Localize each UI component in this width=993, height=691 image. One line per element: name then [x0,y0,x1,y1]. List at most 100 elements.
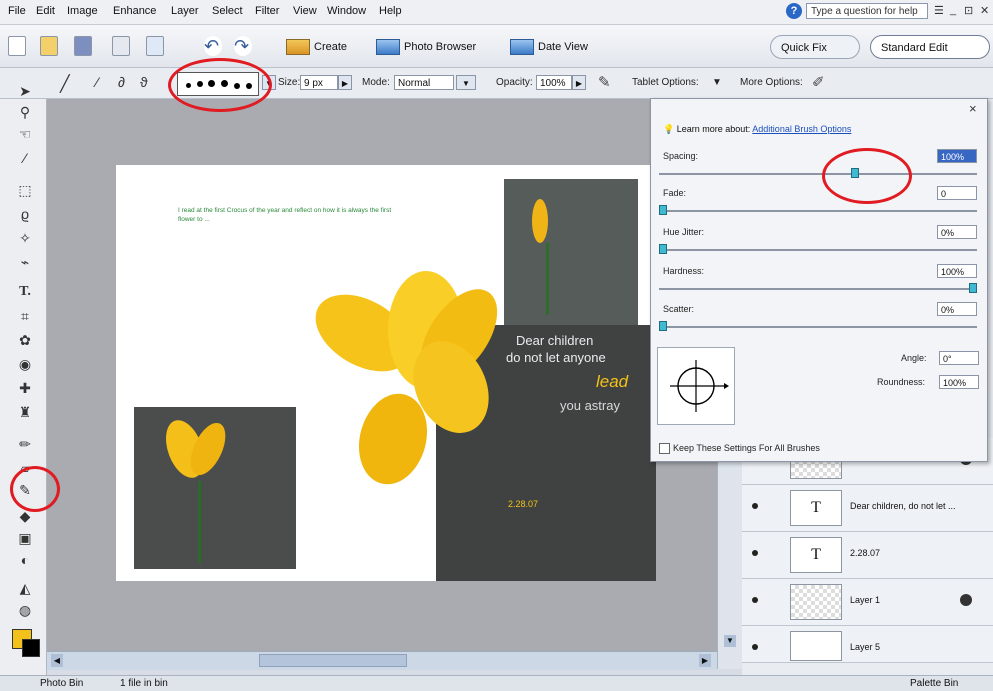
visibility-eye-icon[interactable] [752,644,758,650]
sponge-tool-icon[interactable]: ◍ [14,599,36,621]
open-folder-icon[interactable] [40,36,58,56]
minimize-icon[interactable]: _ [950,4,956,16]
roundness-field[interactable]: 100% [939,375,979,389]
additional-brush-options-link[interactable]: Additional Brush Options [752,124,851,134]
spacing-slider[interactable] [659,173,977,175]
menu-icon[interactable]: ☰ [934,4,944,17]
tablet-options-label[interactable]: Tablet Options: [632,77,699,88]
search-icon[interactable] [146,36,164,56]
size-field[interactable]: 9 px [300,75,338,90]
opacity-dropdown[interactable]: ▶ [572,75,586,90]
hardness-slider[interactable] [659,288,977,290]
brush-angle-preview[interactable] [657,347,735,425]
layer-row[interactable]: T 2.28.07 [742,532,993,579]
magic-wand-tool-icon[interactable]: ✧ [14,227,36,249]
spacing-field[interactable]: 100% [937,149,977,163]
menu-filter[interactable]: Filter [255,5,279,17]
popup-close-icon[interactable]: × [969,101,977,116]
gradient-tool-icon[interactable]: ▣ [14,527,36,549]
horizontal-scrollbar[interactable]: ◀ ▶ [47,651,717,670]
menu-enhance[interactable]: Enhance [113,5,156,17]
new-file-icon[interactable] [8,36,26,56]
mode-select[interactable]: Normal [394,75,454,90]
pencil-tool-icon[interactable]: ✏ [14,433,36,455]
hand-tool-icon[interactable]: ☜ [14,123,36,145]
shape-tool-icon[interactable]: ◐ [14,549,36,571]
menu-edit[interactable]: Edit [36,5,55,17]
redo-icon[interactable]: ↷ [234,36,252,56]
crop-tool-icon[interactable]: ⌗ [14,305,36,327]
hue-jitter-slider[interactable] [659,249,977,251]
move-tool-icon[interactable]: ➤ [14,80,36,102]
marquee-tool-icon[interactable]: ⬚ [14,179,36,201]
date-view-button[interactable]: Date View [510,38,588,56]
scroll-down-icon[interactable]: ▼ [724,635,736,647]
palette-bin-toggle[interactable]: Palette Bin [910,678,958,689]
background-color-swatch[interactable] [22,639,40,657]
brush-tool-icon[interactable]: ╱ [60,74,70,94]
photo-browser-button[interactable]: Photo Browser [376,38,476,56]
lasso-tool-icon[interactable]: ϱ [14,203,36,225]
standard-edit-button[interactable]: Standard Edit [870,35,990,59]
opacity-field[interactable]: 100% [536,75,572,90]
blur-tool-icon[interactable]: ◭ [14,577,36,599]
fade-field[interactable]: 0 [937,186,977,200]
impressionist-brush-icon[interactable]: ⁄ [96,74,98,90]
tablet-options-arrow-icon[interactable]: ▼ [712,77,722,88]
help-search-input[interactable]: Type a question for help [806,3,928,19]
horizontal-scroll-thumb[interactable] [259,654,407,667]
menu-image[interactable]: Image [67,5,98,17]
healing-brush-tool-icon[interactable]: ✚ [14,377,36,399]
quick-fix-button[interactable]: Quick Fix [770,35,860,59]
fade-slider[interactable] [659,210,977,212]
menu-window[interactable]: Window [327,5,366,17]
layer-row[interactable]: Layer 1 [742,579,993,626]
visibility-eye-icon[interactable] [752,597,758,603]
scroll-right-icon[interactable]: ▶ [699,654,711,667]
clone-stamp-tool-icon[interactable]: ♜ [14,401,36,423]
close-icon[interactable]: ✕ [980,4,989,17]
hue-jitter-field[interactable]: 0% [937,225,977,239]
photo-browser-icon [376,39,400,56]
airbrush-icon[interactable]: ✎ [598,73,611,91]
layer-row[interactable]: Layer 5 [742,626,993,663]
help-icon[interactable]: ? [786,3,802,19]
print-icon[interactable] [112,36,130,56]
fade-slider-thumb[interactable] [659,205,667,215]
menu-help[interactable]: Help [379,5,402,17]
brush-mode-icon[interactable]: ϑ [140,74,148,90]
menu-layer[interactable]: Layer [171,5,199,17]
create-button[interactable]: Create [286,38,347,56]
menu-view[interactable]: View [293,5,317,17]
mode-dropdown[interactable]: ▼ [456,75,476,90]
more-options-label[interactable]: More Options: [740,77,803,88]
hue-jitter-slider-thumb[interactable] [659,244,667,254]
hardness-field[interactable]: 100% [937,264,977,278]
color-replacement-icon[interactable]: ∂ [118,74,125,90]
scroll-left-icon[interactable]: ◀ [51,654,63,667]
document-canvas[interactable]: I read at the first Crocus of the year a… [116,165,656,581]
restore-icon[interactable]: ⊡ [964,4,973,17]
angle-field[interactable]: 0° [939,351,979,365]
layer-row[interactable]: T Dear children, do not let ... [742,485,993,532]
size-dropdown[interactable]: ▶ [338,75,352,90]
more-options-brush-icon[interactable]: ✐ [812,73,825,91]
save-icon[interactable] [74,36,92,56]
undo-icon[interactable]: ↶ [204,36,222,56]
selection-brush-tool-icon[interactable]: ⌁ [14,251,36,273]
menu-select[interactable]: Select [212,5,243,17]
scatter-field[interactable]: 0% [937,302,977,316]
menu-file[interactable]: File [8,5,26,17]
keep-settings-checkbox[interactable] [659,443,670,454]
eyedropper-tool-icon[interactable]: ⁄ [14,147,36,169]
red-eye-tool-icon[interactable]: ◉ [14,353,36,375]
photo-bin-toggle[interactable]: Photo Bin [40,678,83,689]
visibility-eye-icon[interactable] [752,503,758,509]
hardness-slider-thumb[interactable] [969,283,977,293]
type-tool-icon[interactable]: T. [14,281,36,303]
visibility-eye-icon[interactable] [752,550,758,556]
scatter-slider[interactable] [659,326,977,328]
zoom-tool-icon[interactable]: ⚲ [14,101,36,123]
scatter-slider-thumb[interactable] [659,321,667,331]
cookie-cutter-tool-icon[interactable]: ✿ [14,329,36,351]
